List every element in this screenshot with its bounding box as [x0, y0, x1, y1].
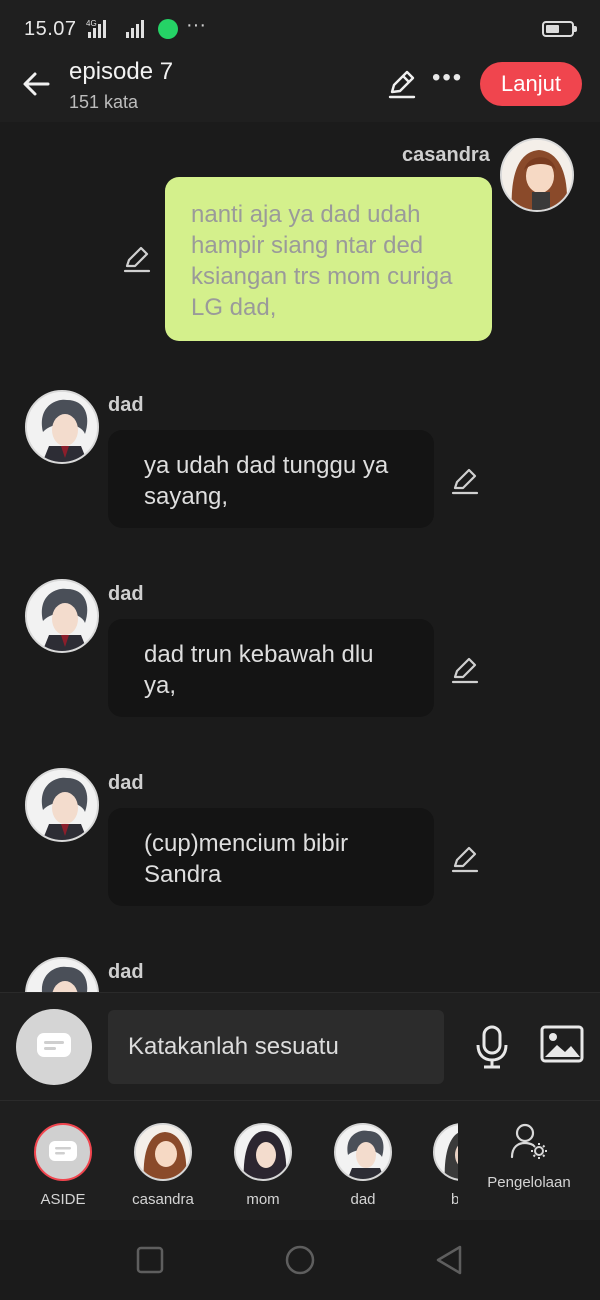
character-label: ASIDE	[40, 1191, 86, 1208]
edit-message-icon[interactable]	[450, 655, 480, 685]
avatar	[433, 1123, 458, 1181]
manage-label: Pengelolaan	[487, 1174, 571, 1191]
speaker-name: dad	[108, 394, 144, 416]
system-navigation-bar	[0, 1220, 600, 1300]
back-nav-icon[interactable]	[434, 1244, 466, 1276]
message-bubble-casandra[interactable]: nanti aja ya dad udah hampir siang ntar …	[165, 177, 492, 341]
avatar-dad[interactable]	[25, 579, 99, 653]
character-b[interactable]: b	[413, 1123, 458, 1208]
message-bubble-dad[interactable]: ya udah dad tunggu ya sayang,	[108, 430, 434, 528]
more-notifications-icon: ···	[186, 14, 206, 36]
episode-title: episode 7	[69, 58, 174, 85]
speaker-name: dad	[108, 583, 144, 605]
character-label: dad	[350, 1191, 376, 1208]
battery-icon	[542, 21, 577, 37]
speaker-name: casandra	[402, 144, 490, 166]
speaker-name: dad	[108, 772, 144, 794]
character-aside[interactable]: ASIDE	[13, 1123, 113, 1208]
aside-chat-icon	[37, 1033, 71, 1057]
message-input[interactable]	[128, 1033, 444, 1061]
back-button[interactable]	[16, 64, 56, 104]
character-casandra[interactable]: casandra	[113, 1123, 213, 1208]
more-options-icon[interactable]: •••	[432, 64, 463, 92]
character-label: casandra	[132, 1191, 194, 1208]
avatar-dad[interactable]	[25, 768, 99, 842]
signal-icon: 4G	[86, 19, 144, 38]
avatar-dad[interactable]	[25, 957, 99, 992]
message-bubble-dad[interactable]: (cup)mencium bibir Sandra	[108, 808, 434, 906]
status-bar: 15.07 4G ···	[0, 0, 600, 58]
whatsapp-icon	[158, 19, 178, 39]
message-input-bar	[0, 992, 600, 1100]
continue-button[interactable]: Lanjut	[480, 62, 582, 106]
message-bubble-dad[interactable]: dad trun kebawah dlu ya,	[108, 619, 434, 717]
svg-text:4G: 4G	[86, 19, 97, 28]
character-mom[interactable]: mom	[213, 1123, 313, 1208]
aside-toggle-button[interactable]	[16, 1009, 92, 1085]
image-upload-icon[interactable]	[540, 1025, 584, 1065]
edit-message-icon[interactable]	[450, 844, 480, 874]
microphone-icon[interactable]	[472, 1025, 512, 1069]
message-text-field[interactable]	[108, 1010, 444, 1084]
top-app-bar: episode 7 151 kata ••• Lanjut	[0, 58, 600, 122]
speaker-name: dad	[108, 961, 144, 983]
back-arrow-icon	[23, 72, 50, 96]
avatar	[134, 1123, 192, 1181]
avatar-casandra[interactable]	[500, 138, 574, 212]
character-selector: ASIDE casandra mom dad b Pengelolaan	[0, 1100, 600, 1220]
manage-characters-button[interactable]: Pengelolaan	[470, 1121, 588, 1191]
status-time: 15.07	[24, 18, 77, 40]
edit-message-icon[interactable]	[122, 244, 152, 274]
character-label: mom	[246, 1191, 280, 1208]
edit-message-icon[interactable]	[450, 466, 480, 496]
character-dad[interactable]: dad	[313, 1123, 413, 1208]
word-count: 151 kata	[69, 92, 139, 112]
avatar	[334, 1123, 392, 1181]
aside-icon	[34, 1123, 92, 1181]
character-label: b	[451, 1191, 458, 1208]
home-icon[interactable]	[284, 1244, 316, 1276]
recent-apps-icon[interactable]	[134, 1244, 166, 1276]
avatar	[234, 1123, 292, 1181]
avatar-dad[interactable]	[25, 390, 99, 464]
chat-area[interactable]: casandra nanti aja ya dad udah hampir si…	[0, 122, 600, 992]
manage-user-icon	[510, 1123, 547, 1159]
edit-episode-icon[interactable]	[386, 68, 418, 100]
